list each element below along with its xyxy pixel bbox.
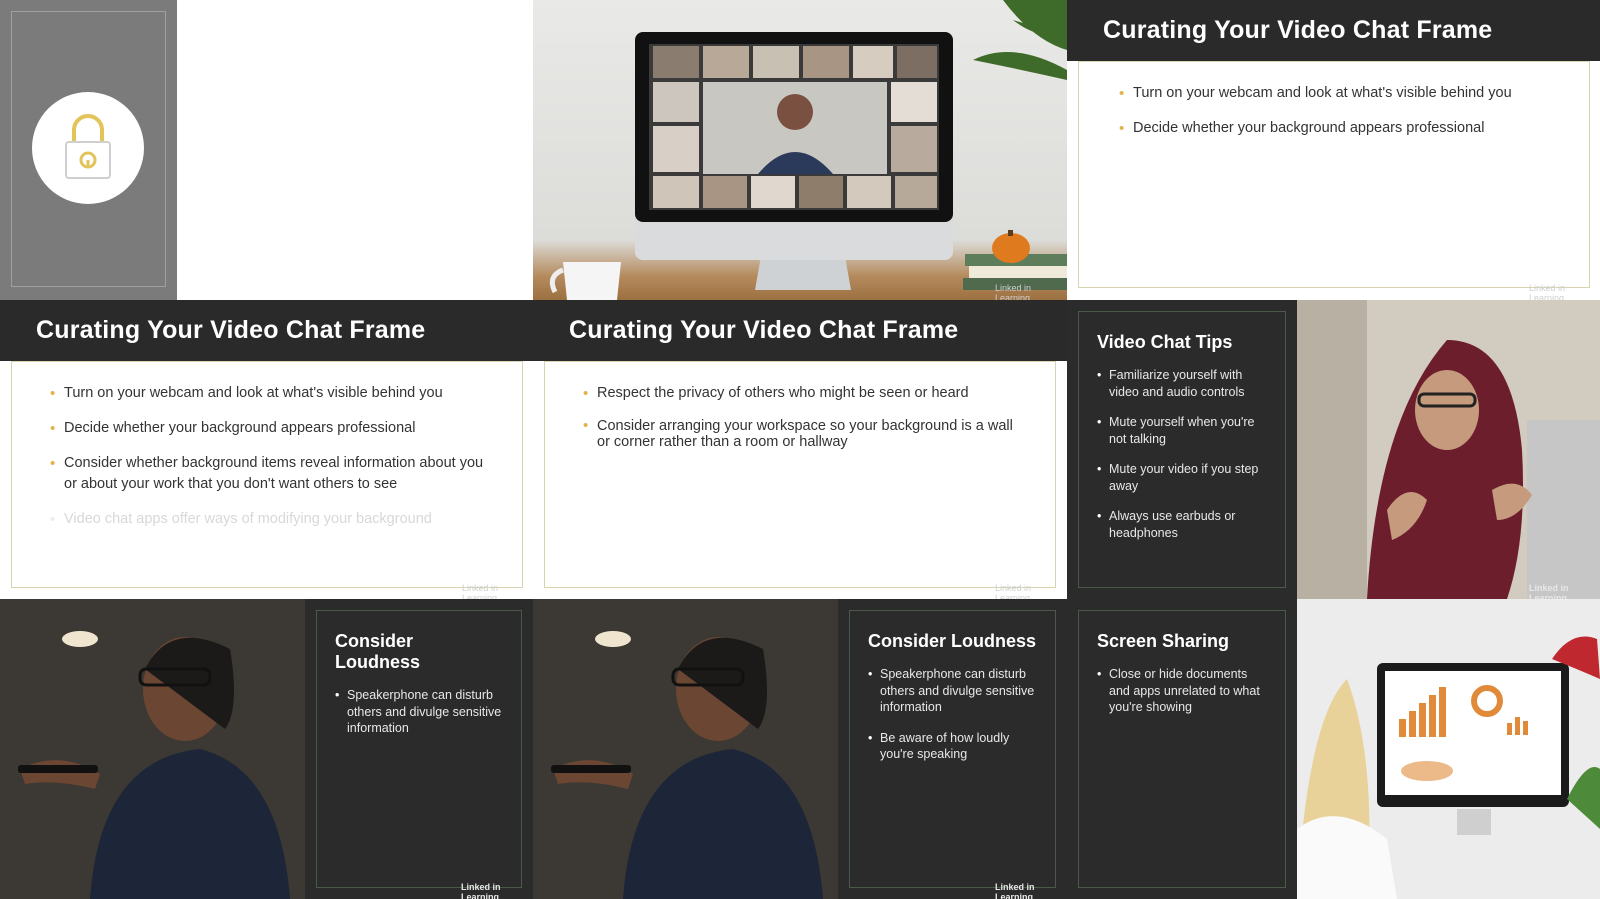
- woman-dashboard-photo[interactable]: [1297, 599, 1600, 899]
- woman-video-call-photo[interactable]: Linked in Learning: [1297, 300, 1600, 599]
- watermark: Linked in Learning: [461, 882, 501, 899]
- card-bullet: Mute your video if you step away: [1097, 461, 1267, 494]
- man-speakerphone-photo[interactable]: [533, 599, 838, 899]
- slide-title: Curating Your Video Chat Frame: [1103, 16, 1493, 44]
- slide-title: Curating Your Video Chat Frame: [36, 316, 426, 344]
- card-frame: Consider Loudness Speakerphone can distu…: [849, 610, 1056, 888]
- bullet-item: Turn on your webcam and look at what's v…: [1119, 83, 1569, 104]
- padlock-icon: [65, 114, 111, 179]
- slide-header: Curating Your Video Chat Frame: [1067, 0, 1600, 61]
- slide-content-box: Turn on your webcam and look at what's v…: [11, 361, 523, 588]
- man-illustration: [0, 599, 305, 899]
- slide-mid-left[interactable]: Curating Your Video Chat Frame Turn on y…: [0, 300, 533, 599]
- blank-slide[interactable]: [177, 0, 533, 300]
- card-title: Video Chat Tips: [1097, 332, 1233, 352]
- man-illustration: [533, 599, 838, 899]
- card-video-chat-tips[interactable]: Video Chat Tips Familiarize yourself wit…: [1067, 300, 1297, 599]
- slide-top-right[interactable]: Curating Your Video Chat Frame Turn on y…: [1067, 0, 1600, 300]
- card-title: Screen Sharing: [1097, 631, 1230, 651]
- slide-content-box: Turn on your webcam and look at what's v…: [1078, 61, 1590, 288]
- card-bullet: Mute yourself when you're not talking: [1097, 414, 1267, 447]
- card-bullet-list: Close or hide documents and apps unrelat…: [1097, 666, 1267, 716]
- card-frame: Screen Sharing Close or hide documents a…: [1078, 610, 1286, 888]
- lock-circle: [32, 92, 144, 204]
- watermark: Linked in Learning: [995, 583, 1032, 599]
- slide-mid-center[interactable]: Curating Your Video Chat Frame Respect t…: [533, 300, 1067, 599]
- card-bullet: Always use earbuds or headphones: [1097, 508, 1267, 541]
- watermark: Linked in Learning: [462, 583, 499, 599]
- lock-thumbnail[interactable]: [0, 0, 177, 300]
- card-bullet-list: Speakerphone can disturb others and divu…: [335, 687, 503, 737]
- bullet-list: Respect the privacy of others who might …: [583, 383, 1023, 464]
- card-bullet-list: Speakerphone can disturb others and divu…: [868, 666, 1037, 763]
- woman-illustration: [1297, 300, 1600, 599]
- card-bullet: Be aware of how loudly you're speaking: [868, 730, 1037, 763]
- card-consider-loudness-1[interactable]: Consider Loudness Speakerphone can distu…: [305, 599, 533, 899]
- slide-header: Curating Your Video Chat Frame: [0, 300, 533, 361]
- watermark: Linked in Learning: [1529, 583, 1569, 599]
- monitor-illustration: [549, 0, 1067, 300]
- man-speakerphone-photo[interactable]: [0, 599, 305, 899]
- card-title: Consider Loudness: [335, 631, 421, 672]
- slide-header: Curating Your Video Chat Frame: [533, 300, 1067, 361]
- card-frame: Consider Loudness Speakerphone can distu…: [316, 610, 522, 888]
- video-conference-monitor-photo[interactable]: Linked in Learning Linked in Learning: [533, 0, 1067, 300]
- bullet-item: Consider whether background items reveal…: [50, 453, 490, 495]
- bullet-item-faded: Video chat apps offer ways of modifying …: [50, 509, 490, 530]
- card-bullet: Speakerphone can disturb others and divu…: [868, 666, 1037, 716]
- card-bullet: Speakerphone can disturb others and divu…: [335, 687, 503, 737]
- bullet-list: Turn on your webcam and look at what's v…: [50, 383, 490, 544]
- bullet-item: Respect the privacy of others who might …: [583, 383, 1023, 404]
- card-bullet: Close or hide documents and apps unrelat…: [1097, 666, 1267, 716]
- card-bullet-list: Familiarize yourself with video and audi…: [1097, 367, 1267, 541]
- dashboard-illustration: [1297, 599, 1600, 899]
- watermark: Linked in Learning: [995, 283, 1032, 300]
- card-title: Consider Loudness: [868, 631, 1037, 651]
- bullet-item: Consider arranging your workspace so you…: [583, 418, 1023, 450]
- card-screen-sharing[interactable]: Screen Sharing Close or hide documents a…: [1067, 599, 1297, 899]
- slide-content-box: Respect the privacy of others who might …: [544, 361, 1056, 588]
- bullet-item: Decide whether your background appears p…: [1119, 118, 1569, 139]
- card-bullet: Familiarize yourself with video and audi…: [1097, 367, 1267, 400]
- bullet-item: Decide whether your background appears p…: [50, 418, 490, 439]
- card-consider-loudness-2[interactable]: Consider Loudness Speakerphone can distu…: [838, 599, 1067, 899]
- bullet-list: Turn on your webcam and look at what's v…: [1119, 83, 1569, 153]
- watermark: Linked in Learning: [995, 882, 1035, 899]
- watermark: Linked in Learning: [1529, 283, 1566, 300]
- slide-title: Curating Your Video Chat Frame: [569, 316, 959, 344]
- card-frame: Video Chat Tips Familiarize yourself wit…: [1078, 311, 1286, 588]
- bullet-item: Turn on your webcam and look at what's v…: [50, 383, 490, 404]
